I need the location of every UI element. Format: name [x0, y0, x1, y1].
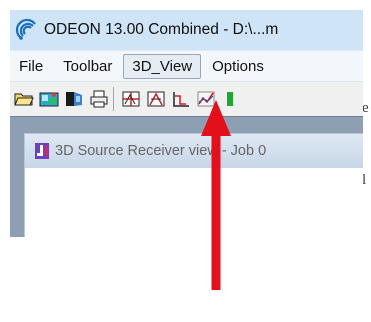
plot-icon[interactable] — [170, 88, 192, 110]
mdi-workspace: 3D Source Receiver view - Job 0 — [10, 116, 363, 237]
room-icon[interactable] — [63, 88, 85, 110]
library-icon[interactable] — [38, 88, 60, 110]
menu-toolbar[interactable]: Toolbar — [54, 54, 121, 79]
page-text-fragment: e — [362, 100, 369, 116]
odeon-logo-icon — [15, 18, 36, 40]
window-title: ODEON 13.00 Combined - D:\...m — [44, 21, 279, 38]
menu-bar: File Toolbar 3D_View Options — [10, 50, 363, 81]
title-bar: ODEON 13.00 Combined - D:\...m — [10, 10, 363, 50]
menu-3d-view[interactable]: 3D_View — [123, 53, 202, 79]
red-arrow-annotation — [201, 100, 231, 290]
folder-open-icon[interactable] — [13, 88, 35, 110]
toolbar-separator — [113, 87, 114, 111]
grid-view-icon[interactable] — [120, 88, 142, 110]
print-icon[interactable] — [88, 88, 110, 110]
3d-view-icon[interactable] — [145, 88, 167, 110]
3d-view-window-icon — [35, 143, 49, 159]
menu-options[interactable]: Options — [203, 54, 273, 79]
toolbar — [10, 81, 363, 116]
menu-file[interactable]: File — [10, 54, 52, 79]
application-window: ODEON 13.00 Combined - D:\...m File Tool… — [10, 10, 363, 237]
